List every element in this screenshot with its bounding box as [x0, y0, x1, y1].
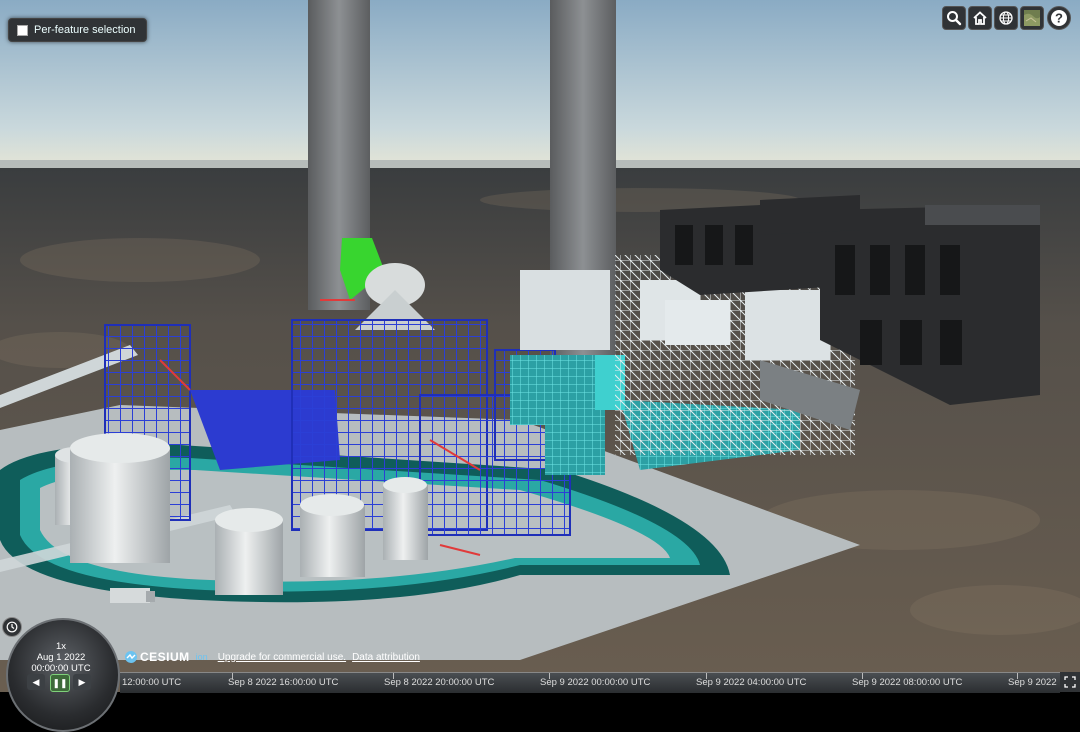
timeline-bar[interactable]: 12:00:00 UTC Sep 8 2022 16:00:00 UTC Sep… — [120, 672, 1060, 693]
per-feature-label: Per-feature selection — [34, 24, 136, 36]
cesium-logo[interactable]: CESIUM — [124, 650, 190, 664]
credits-bar: CESIUM ion Upgrade for commercial use. D… — [124, 650, 420, 664]
search-button[interactable] — [942, 6, 966, 30]
data-attribution-link[interactable]: Data attribution — [352, 652, 420, 663]
play-reverse-button[interactable]: ◀ — [27, 674, 45, 690]
upgrade-link[interactable]: Upgrade for commercial use. — [218, 652, 346, 663]
cesium-logo-icon — [125, 651, 137, 663]
base-layer-picker-button[interactable] — [1020, 6, 1044, 30]
imagery-layers-icon — [1024, 10, 1040, 26]
timeline-tick-label: Sep 9 2022 04:00:00 UTC — [696, 677, 807, 688]
cesium-ion-label: ion — [195, 652, 208, 662]
realtime-clock-button[interactable] — [2, 617, 22, 637]
pause-button[interactable]: ❚❚ — [50, 674, 70, 692]
checkbox-icon[interactable] — [17, 24, 28, 36]
svg-text:?: ? — [1055, 11, 1063, 26]
timeline-tick-label: 12:00:00 UTC — [122, 677, 182, 688]
cesium-logo-text: CESIUM — [140, 650, 190, 664]
fullscreen-icon — [1064, 676, 1076, 688]
animation-speed: 1x — [55, 641, 67, 652]
fullscreen-button[interactable] — [1060, 672, 1080, 692]
animation-time: 00:00:00 UTC — [31, 663, 91, 674]
timeline-tick-label: Sep 8 2022 16:00:00 UTC — [228, 677, 339, 688]
search-icon — [947, 11, 962, 26]
clock-icon — [6, 621, 18, 633]
timeline-tick-label: Sep 9 2022 08:00:00 UTC — [852, 677, 963, 688]
globe-icon — [999, 11, 1013, 25]
3d-scene-viewport[interactable] — [0, 0, 1080, 692]
scene-mode-button[interactable] — [994, 6, 1018, 30]
play-forward-button[interactable]: ▶ — [73, 674, 91, 690]
home-button[interactable] — [968, 6, 992, 30]
timeline-tick-label: Sep 8 2022 20:00:00 UTC — [384, 677, 495, 688]
navigation-help-button[interactable]: ? — [1047, 6, 1071, 30]
timeline-tick-label: Sep 9 2022 00:00:00 UTC — [540, 677, 651, 688]
home-icon — [973, 11, 987, 25]
help-icon: ? — [1051, 10, 1067, 26]
timeline-tick-label: Sep 9 2022 — [1008, 677, 1057, 688]
per-feature-selection-toggle[interactable]: Per-feature selection — [8, 18, 147, 42]
animation-date: Aug 1 2022 — [36, 652, 86, 663]
